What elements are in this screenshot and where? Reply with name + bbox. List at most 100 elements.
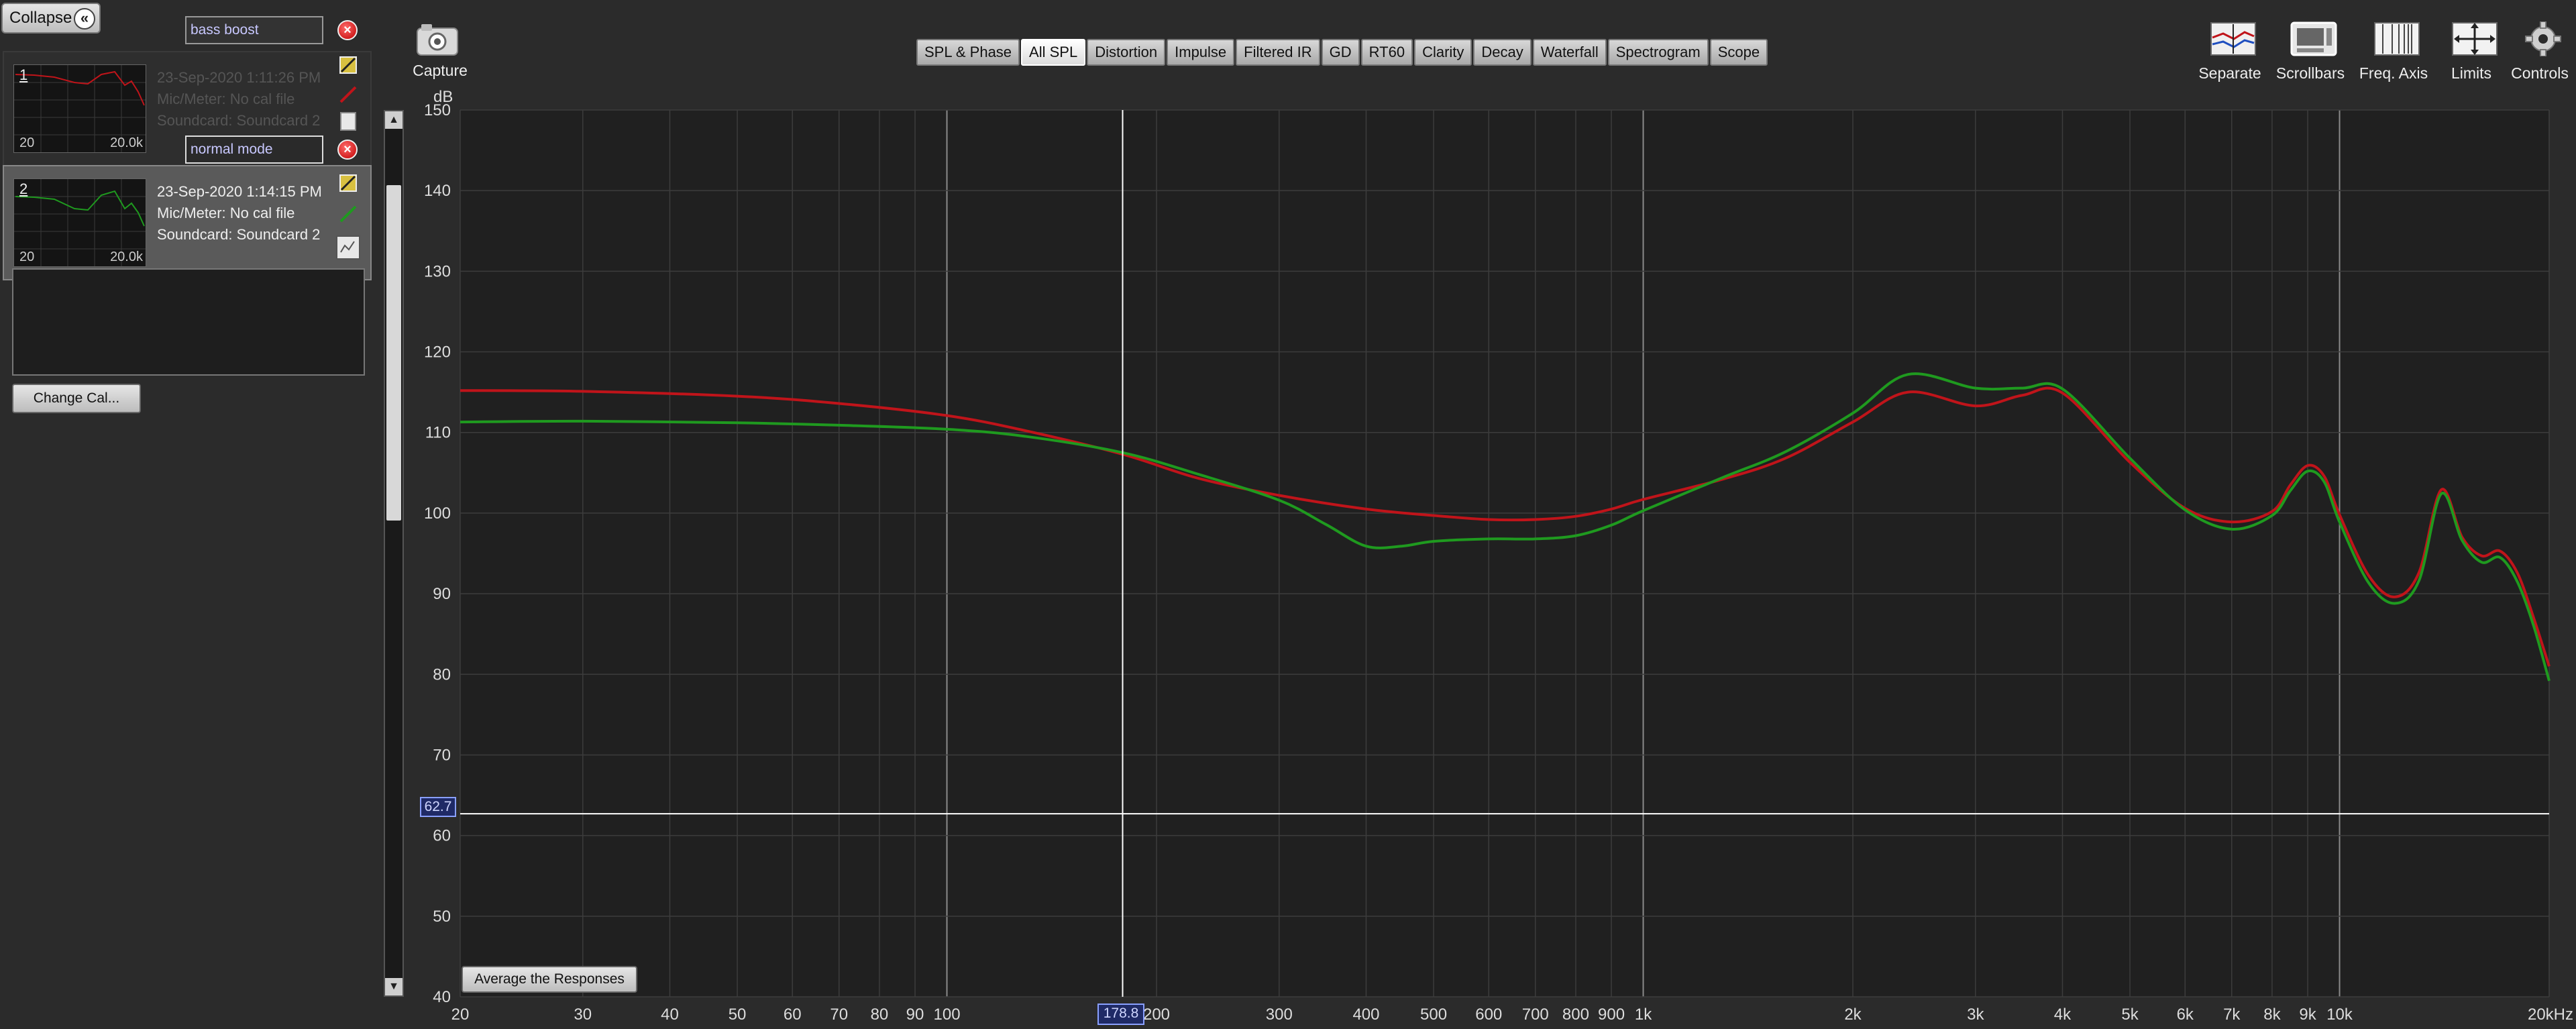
tab-scope[interactable]: Scope (1709, 39, 1768, 66)
rew-window: 20 30 40 50 60 70 80 90 100 200 300 400 500 600 700 800… (0, 0, 2576, 1029)
tab-gd[interactable]: GD (1321, 39, 1360, 66)
x-tick-label: 6k (2177, 1006, 2194, 1024)
measurement-mic: Mic/Meter: No cal file (157, 91, 295, 107)
tab-decay[interactable]: Decay (1473, 39, 1532, 66)
x-tick-label: 10k (2326, 1006, 2353, 1024)
measurement-info: 23-Sep-2020 1:14:15 PM Mic/Meter: No cal… (157, 181, 322, 246)
scrollbar-thumb[interactable] (386, 185, 401, 521)
double-chevron-left-icon: « (74, 8, 95, 30)
x-tick-label: 2k (1844, 1006, 1862, 1024)
collapse-button[interactable]: Collapse « (1, 3, 101, 34)
x-tick-label: 800 (1562, 1006, 1589, 1024)
thumbnail-max-freq: 20.0k (110, 136, 143, 150)
x-tick-label: 200 (1143, 1006, 1170, 1024)
line-color-icon[interactable] (338, 85, 358, 105)
measurement-thumbnail[interactable]: 1 20 20.0k (13, 64, 146, 153)
measurement-index: 2 (19, 180, 28, 197)
lock-color-icon[interactable] (338, 173, 358, 193)
y-tick-label: 100 (424, 504, 451, 523)
tab-clarity[interactable]: Clarity (1414, 39, 1472, 66)
capture-button[interactable]: Capture (413, 19, 468, 83)
x-tick-label: 20kHz (2528, 1006, 2573, 1024)
graph-tabs: SPL & Phase All SPL Distortion Impulse F… (916, 39, 1769, 68)
x-tick-label: 900 (1598, 1006, 1625, 1024)
y-tick-label: 110 (425, 424, 451, 442)
vertical-scrollbar[interactable]: ▲ ▼ (384, 110, 404, 997)
measurement-name-input[interactable] (185, 16, 323, 44)
x-tick-label: 9k (2299, 1006, 2316, 1024)
cursor-y-readout: 62.7 (420, 797, 456, 817)
measurement-soundcard: Soundcard: Soundcard 2 (157, 226, 321, 243)
capture-label: Capture (413, 62, 468, 79)
measurement-item[interactable]: 2 20 20.0k 23-Sep-2020 1:14:15 PM Mic/Me… (3, 165, 372, 280)
y-tick-label: 50 (433, 908, 451, 926)
line-color-icon[interactable] (338, 204, 358, 224)
controls-label: Controls (2511, 64, 2569, 82)
x-tick-label: 500 (1420, 1006, 1447, 1024)
delete-measurement-icon[interactable]: × (337, 140, 358, 160)
tab-spectrogram[interactable]: Spectrogram (1607, 39, 1709, 66)
lock-color-icon[interactable] (338, 55, 358, 75)
x-tick-label: 4k (2054, 1006, 2072, 1024)
y-tick-labels: 405060708090100110120130140150 (424, 101, 451, 1006)
measurement-thumbnail[interactable]: 2 20 20.0k (13, 178, 146, 267)
tab-spl-phase[interactable]: SPL & Phase (916, 39, 1020, 66)
average-responses-button[interactable]: Average the Responses (462, 966, 637, 993)
x-tick-label: 600 (1475, 1006, 1502, 1024)
x-tick-label: 90 (906, 1006, 924, 1024)
y-tick-label: 140 (424, 182, 451, 200)
measurement-info: 23-Sep-2020 1:11:26 PM Mic/Meter: No cal… (157, 67, 321, 131)
tab-distortion[interactable]: Distortion (1087, 39, 1166, 66)
x-tick-label: 100 (934, 1006, 961, 1024)
y-unit-label: dB (433, 88, 453, 106)
delete-measurement-icon[interactable]: × (337, 20, 358, 40)
y-tick-label: 80 (433, 665, 451, 684)
x-tick-label: 8k (2263, 1006, 2281, 1024)
x-tick-label: 20 (451, 1006, 470, 1024)
x-tick-label: 40 (661, 1006, 679, 1024)
measurement-mic: Mic/Meter: No cal file (157, 205, 295, 221)
thumbnail-min-freq: 20 (19, 136, 35, 150)
plot-area[interactable] (460, 110, 2549, 997)
tab-waterfall[interactable]: Waterfall (1532, 39, 1607, 66)
x-tick-label: 3k (1967, 1006, 1984, 1024)
freq-axis-icon (2374, 22, 2420, 56)
x-tick-label: 7k (2223, 1006, 2241, 1024)
measurement-name-input[interactable] (185, 136, 323, 164)
cursor-x-readout: 178.8 (1097, 1004, 1144, 1025)
measurement-soundcard: Soundcard: Soundcard 2 (157, 112, 321, 129)
x-tick-label: 700 (1522, 1006, 1549, 1024)
measurement-index: 1 (19, 66, 28, 83)
gear-icon (2525, 21, 2561, 56)
y-tick-label: 120 (424, 343, 451, 362)
y-tick-label: 130 (424, 262, 451, 280)
notes-icon[interactable] (338, 111, 358, 131)
x-tick-labels: 20 30 40 50 60 70 80 90 100 200 300 400 500 600 700 800… (451, 1006, 2573, 1024)
x-tick-label: 60 (784, 1006, 802, 1024)
measurement-date: 23-Sep-2020 1:11:26 PM (157, 69, 321, 86)
tab-impulse[interactable]: Impulse (1167, 39, 1235, 66)
y-tick-label: 40 (433, 988, 451, 1006)
tab-rt60[interactable]: RT60 (1360, 39, 1413, 66)
x-tick-label: 70 (830, 1006, 848, 1024)
x-tick-label: 300 (1266, 1006, 1293, 1024)
y-tick-label: 90 (433, 585, 451, 603)
camera-icon (417, 24, 458, 56)
y-tick-label: 70 (433, 746, 451, 764)
measurement-date: 23-Sep-2020 1:14:15 PM (157, 183, 322, 200)
scrollbars-icon (2290, 21, 2337, 56)
notes-icon[interactable] (335, 235, 361, 260)
collapse-label: Collapse (9, 9, 72, 27)
separate-icon (2210, 22, 2256, 56)
scroll-down-arrow-icon[interactable]: ▼ (385, 978, 402, 995)
calibration-area (12, 268, 365, 376)
measurements-panel: Collapse « 1 20 20.0k 23-Sep-2020 1:11:2… (0, 0, 376, 423)
scroll-up-arrow-icon[interactable]: ▲ (385, 111, 402, 129)
x-tick-label: 50 (729, 1006, 747, 1024)
x-tick-label: 1k (1635, 1006, 1652, 1024)
tab-filtered-ir[interactable]: Filtered IR (1236, 39, 1320, 66)
tab-all-spl[interactable]: All SPL (1021, 39, 1086, 66)
limits-icon (2452, 22, 2498, 56)
change-cal-button[interactable]: Change Cal... (12, 384, 141, 413)
thumbnail-min-freq: 20 (19, 250, 35, 264)
